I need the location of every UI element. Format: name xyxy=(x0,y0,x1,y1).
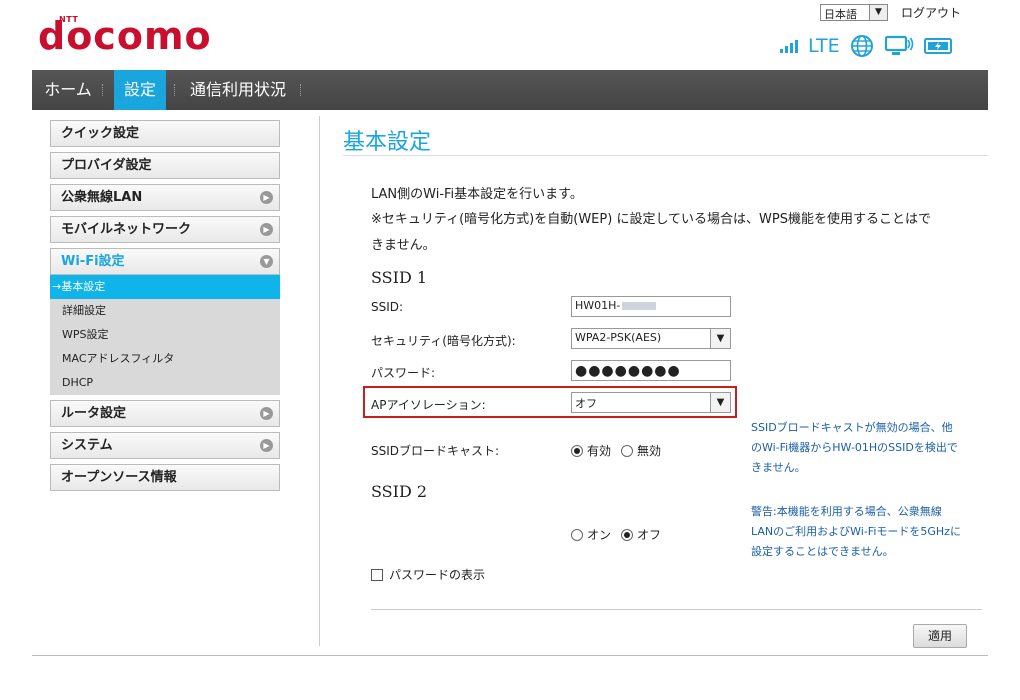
main-navbar: ホーム 設定 通信利用状況 xyxy=(32,70,988,110)
submenu-basic-settings[interactable]: →基本設定 xyxy=(50,275,280,299)
broadcast-off-label: 無効 xyxy=(637,444,662,458)
tab-usage[interactable]: 通信利用状況 xyxy=(184,70,292,110)
ssid2-on-label: オン xyxy=(587,528,612,542)
sidebar-item-router[interactable]: ルータ設定 ▶ xyxy=(50,400,280,427)
ssid-label: SSID: xyxy=(371,300,404,314)
submenu-dhcp[interactable]: DHCP xyxy=(50,371,280,395)
signal-bars-icon xyxy=(780,39,798,53)
ssid2-heading: SSID 2 xyxy=(371,482,428,501)
ssid2-off-radio[interactable] xyxy=(621,528,634,541)
footer-divider xyxy=(32,655,988,656)
sidebar-item-label: 公衆無線LAN xyxy=(61,190,143,205)
circle-arrow-icon: ▶ xyxy=(260,223,273,236)
ap-isolation-value: オフ xyxy=(575,397,597,410)
sidebar-item-label: システム xyxy=(61,438,113,453)
vertical-divider xyxy=(319,116,320,646)
broadcast-label: SSIDブロードキャスト: xyxy=(371,444,500,458)
nav-separator xyxy=(300,84,301,96)
ssid2-off-label: オフ xyxy=(637,528,662,542)
ssid2-radio-group: オン オフ xyxy=(571,526,661,543)
sidebar-item-label: プロバイダ設定 xyxy=(61,158,152,173)
sidebar-item-label: モバイルネットワーク xyxy=(61,222,192,237)
sidebar-item-label: オープンソース情報 xyxy=(61,470,177,485)
security-value: WPA2-PSK(AES) xyxy=(575,331,662,344)
language-select[interactable]: 日本語 ▼ xyxy=(820,4,888,21)
form-divider xyxy=(371,609,982,610)
circle-arrow-icon: ▶ xyxy=(260,191,273,204)
sidebar-item-system[interactable]: システム ▶ xyxy=(50,432,280,459)
redacted-block xyxy=(622,302,657,310)
chevron-down-icon: ▼ xyxy=(710,329,730,348)
submenu-advanced-settings[interactable]: 詳細設定 xyxy=(50,299,280,323)
header: NTT docomo 日本語 ▼ ログアウト LTE xyxy=(0,0,1020,70)
sidebar-item-label: クイック設定 xyxy=(61,126,140,141)
page-title: 基本設定 xyxy=(343,130,432,155)
status-icons: LTE xyxy=(780,32,954,60)
sidebar-item-mobile-network[interactable]: モバイルネットワーク ▶ xyxy=(50,216,280,243)
ssid-input[interactable]: HW01H- xyxy=(571,296,731,317)
logout-link[interactable]: ログアウト xyxy=(901,4,961,21)
ap-isolation-label: APアイソレーション: xyxy=(371,398,486,412)
tab-home[interactable]: ホーム xyxy=(40,70,96,110)
ssid1-heading: SSID 1 xyxy=(371,268,428,287)
wifi-submenu: →基本設定 詳細設定 WPS設定 MACアドレスフィルタ DHCP xyxy=(50,275,280,395)
battery-icon xyxy=(923,38,952,54)
title-divider xyxy=(343,155,988,156)
show-password-checkbox[interactable] xyxy=(371,568,383,581)
ssid-value: HW01H- xyxy=(575,299,621,312)
submenu-mac-filter[interactable]: MACアドレスフィルタ xyxy=(50,347,280,371)
ssid2-on-radio[interactable] xyxy=(571,528,583,541)
tab-settings[interactable]: 設定 xyxy=(114,70,166,110)
sidebar-item-wifi-settings[interactable]: Wi-Fi設定 ▼ xyxy=(50,248,280,275)
sidebar: クイック設定 プロバイダ設定 公衆無線LAN ▶ モバイルネットワーク ▶ Wi… xyxy=(50,120,280,496)
broadcast-radio-group: 有効 無効 xyxy=(571,442,661,459)
broadcast-on-label: 有効 xyxy=(587,444,612,458)
submenu-wps-settings[interactable]: WPS設定 xyxy=(50,323,280,347)
nav-separator xyxy=(174,84,175,96)
sidebar-item-provider[interactable]: プロバイダ設定 xyxy=(50,152,280,179)
broadcast-on-radio[interactable] xyxy=(571,444,583,457)
sidebar-item-label: Wi-Fi設定 xyxy=(61,254,125,269)
circle-arrow-down-icon: ▼ xyxy=(260,255,273,268)
ap-isolation-select[interactable]: オフ ▼ xyxy=(571,392,731,413)
password-label: パスワード: xyxy=(371,366,436,380)
nav-separator xyxy=(102,84,103,96)
security-label: セキュリティ(暗号化方式): xyxy=(371,334,516,348)
globe-icon xyxy=(850,35,873,57)
monitor-icon xyxy=(884,35,913,55)
docomo-logo: docomo xyxy=(38,14,212,58)
password-input[interactable]: ●●●●●●●● xyxy=(571,360,731,381)
sidebar-item-quick-setup[interactable]: クイック設定 xyxy=(50,120,280,147)
circle-arrow-icon: ▶ xyxy=(260,407,273,420)
description-line: きません。 xyxy=(371,238,436,253)
description-line: LAN側のWi-Fi基本設定を行います。 xyxy=(371,187,583,202)
sidebar-item-public-wlan[interactable]: 公衆無線LAN ▶ xyxy=(50,184,280,211)
sidebar-item-label: ルータ設定 xyxy=(61,406,127,421)
warning-note: 警告:本機能を利用する場合、公衆無線LANのご利用およびWi-Fiモードを5GH… xyxy=(751,505,961,558)
lte-label: LTE xyxy=(808,35,840,57)
broadcast-off-radio[interactable] xyxy=(621,444,634,457)
chevron-down-icon: ▼ xyxy=(869,5,887,20)
description-line: ※セキュリティ(暗号化方式)を自動(WEP) に設定している場合は、WPS機能を… xyxy=(371,212,931,227)
chevron-down-icon: ▼ xyxy=(710,393,730,412)
circle-arrow-icon: ▶ xyxy=(260,439,273,452)
apply-button[interactable]: 適用 xyxy=(913,624,967,648)
language-value: 日本語 xyxy=(824,8,857,21)
sidebar-item-open-source[interactable]: オープンソース情報 xyxy=(50,464,280,491)
show-password-label: パスワードの表示 xyxy=(389,568,486,582)
broadcast-note: SSIDブロードキャストが無効の場合、他のWi-Fi機器からHW-01HのSSI… xyxy=(751,421,958,474)
security-select[interactable]: WPA2-PSK(AES) ▼ xyxy=(571,328,731,349)
show-password-toggle[interactable]: パスワードの表示 xyxy=(371,566,485,583)
